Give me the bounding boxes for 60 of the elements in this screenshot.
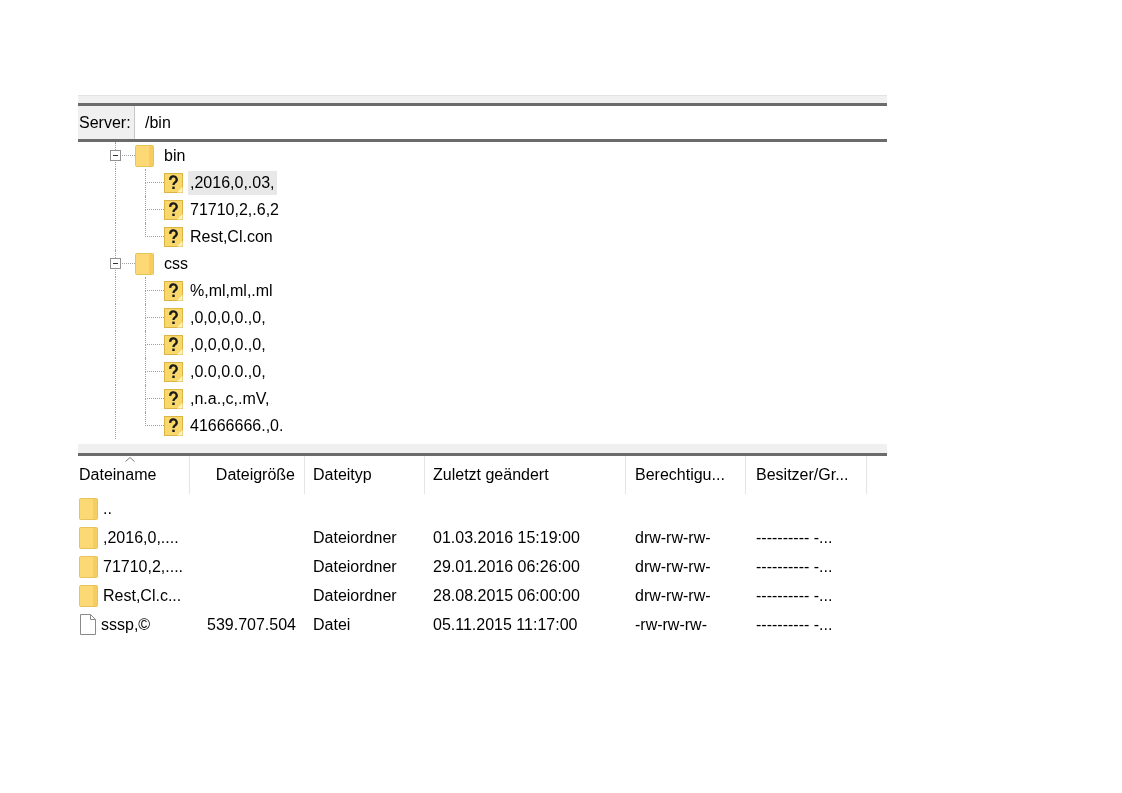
owner-group: ---------- -... xyxy=(756,612,833,637)
owner-group: ---------- -... xyxy=(756,525,833,550)
question-mark-icon xyxy=(164,172,183,193)
permissions: drw-rw-rw- xyxy=(635,556,711,577)
tree-item[interactable]: 71710,2,.6,2 xyxy=(188,197,281,222)
question-mark-icon xyxy=(164,199,183,220)
column-header[interactable]: Zuletzt geändert xyxy=(425,456,626,494)
file-name[interactable]: Rest,Cl.c... xyxy=(103,583,182,608)
column-header[interactable]: Dateityp xyxy=(305,456,425,494)
modified-date: 05.11.2015 11:17:00 xyxy=(433,614,578,635)
tree-item[interactable]: ,0.0,0.0.,0, xyxy=(188,359,268,384)
question-mark-icon xyxy=(164,415,183,436)
file-type: Datei xyxy=(313,614,351,635)
tree-item[interactable]: ,2016,0,.03, xyxy=(188,170,277,195)
folder-icon xyxy=(135,252,154,275)
modified-date: 28.08.2015 06:00:00 xyxy=(433,585,580,606)
collapse-toggle[interactable] xyxy=(110,150,121,161)
question-mark-icon xyxy=(164,334,183,355)
tree-item[interactable]: Rest,Cl.con xyxy=(188,224,275,249)
collapse-toggle[interactable] xyxy=(110,258,121,269)
owner-group: ---------- -... xyxy=(756,583,833,608)
modified-date: 29.01.2016 06:26:00 xyxy=(433,556,580,577)
tree-item[interactable]: ,0,0,0,0.,0, xyxy=(188,332,268,357)
permissions: -rw-rw-rw- xyxy=(635,614,707,635)
file-type: Dateiordner xyxy=(313,585,397,606)
question-mark-icon xyxy=(164,307,183,328)
column-header[interactable]: Dateigröße xyxy=(190,456,305,494)
column-header[interactable]: Berechtigu... xyxy=(626,456,746,494)
question-mark-icon xyxy=(164,280,183,301)
question-mark-icon xyxy=(164,226,183,247)
folder-icon xyxy=(135,144,154,167)
permissions: drw-rw-rw- xyxy=(635,527,711,548)
server-label: Server: xyxy=(78,106,135,139)
tree-item[interactable]: 41666666.,0. xyxy=(188,413,286,438)
tree-item[interactable]: ,0,0,0,0.,0, xyxy=(188,305,268,330)
column-header[interactable]: Dateiname xyxy=(78,456,190,494)
file-name[interactable]: ,2016,0,.... xyxy=(103,525,179,550)
file-icon xyxy=(80,614,96,635)
tree-item[interactable]: ,n.a.,c,.mV, xyxy=(188,386,272,411)
question-mark-icon xyxy=(164,361,183,382)
question-mark-icon xyxy=(164,388,183,409)
permissions: drw-rw-rw- xyxy=(635,585,711,606)
folder-icon xyxy=(79,497,98,520)
file-size: 539.707.504 xyxy=(207,614,296,635)
file-name[interactable]: sssp,© xyxy=(101,612,151,637)
tree-item[interactable]: %,ml,ml,.ml xyxy=(188,278,275,303)
minus-icon xyxy=(113,263,118,264)
folder-icon xyxy=(79,584,98,607)
folder-icon xyxy=(79,555,98,578)
file-type: Dateiordner xyxy=(313,556,397,577)
file-name[interactable]: 71710,2,.... xyxy=(103,554,184,579)
column-header[interactable]: Besitzer/Gr... xyxy=(746,456,867,494)
minus-icon xyxy=(113,155,118,156)
owner-group: ---------- -... xyxy=(756,554,833,579)
file-name[interactable]: .. xyxy=(103,496,112,521)
tree-item[interactable]: bin xyxy=(162,143,188,168)
tree-item[interactable]: css xyxy=(162,251,190,276)
file-type: Dateiordner xyxy=(313,527,397,548)
modified-date: 01.03.2016 15:19:00 xyxy=(433,527,580,548)
folder-icon xyxy=(79,526,98,549)
